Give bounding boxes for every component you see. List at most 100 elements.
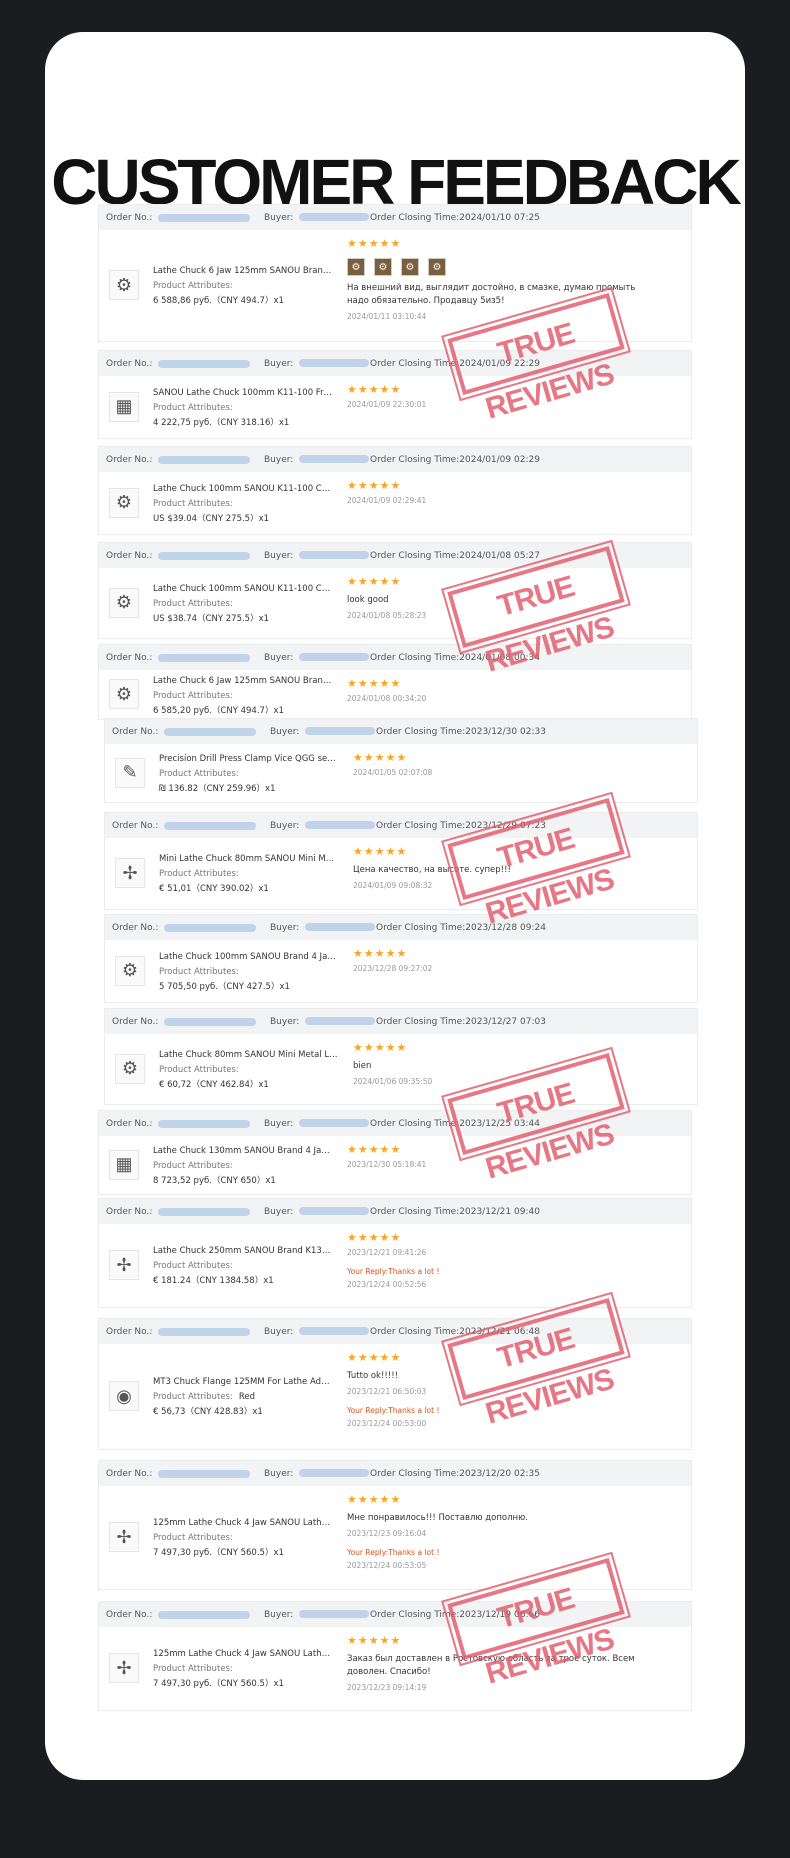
product-thumbnail[interactable]: ⚙ <box>109 487 139 518</box>
product-attributes-label: Product Attributes: <box>153 1160 233 1171</box>
product-name-link[interactable]: 125mm Lathe Chuck 4 Jaw SANOU Lathe S... <box>153 1647 333 1662</box>
star-rating: ★★★★★ <box>353 751 408 764</box>
order-no-label: Order No.: <box>106 1609 153 1620</box>
product-name-link[interactable]: Mini Lathe Chuck 80mm SANOU Mini Meta... <box>159 852 339 867</box>
product-price: 6 588,86 руб.（CNY 494.7）x1 <box>153 296 284 306</box>
review-block: ★★★★★ 2024/01/05 02:07:08 <box>353 751 653 778</box>
product-info: Lathe Chuck 100mm SANOU K11-100 Chuc... P… <box>153 482 333 527</box>
product-price: ₪ 136.82（CNY 259.96）x1 <box>159 783 276 794</box>
star-rating: ★★★★★ <box>347 479 402 492</box>
buyer-label: Buyer: <box>264 1609 294 1620</box>
closing-time-value: 2023/12/27 07:03 <box>465 1016 546 1027</box>
review-photo[interactable]: ⚙ <box>347 258 365 276</box>
product-thumbnail[interactable]: ▦ <box>109 391 139 422</box>
buyer-value-blurred <box>299 1610 370 1618</box>
product-attributes: Product Attributes: Red <box>153 1390 333 1405</box>
order-header: Order No.: Buyer: Order Closing Time:2023/… <box>99 1461 691 1486</box>
product-info: MT3 Chuck Flange 125MM For Lathe Adapt..… <box>153 1375 333 1420</box>
closing-time-field: Order Closing Time:2023/12/21 09:40 <box>370 1207 540 1217</box>
product-attributes: Product Attributes: <box>159 767 339 782</box>
closing-time-label: Order Closing Time: <box>376 1016 466 1027</box>
product-name-link[interactable]: 125mm Lathe Chuck 4 Jaw SANOU Lathe S... <box>153 1516 333 1531</box>
buyer-label: Buyer: <box>270 922 300 933</box>
review-photo[interactable]: ⚙ <box>428 258 446 276</box>
product-price: € 56,73（CNY 428.83）x1 <box>153 1407 263 1417</box>
product-thumbnail[interactable]: ⚙ <box>115 1053 145 1084</box>
review-photos: ⚙ ⚙ ⚙ ⚙ <box>347 258 647 276</box>
product-thumbnail[interactable]: ✎ <box>115 757 145 788</box>
product-attributes-label: Product Attributes: <box>159 869 239 879</box>
order-no-value-blurred <box>158 359 251 368</box>
product-name-link[interactable]: Lathe Chuck 100mm SANOU K11-100 Chuc... <box>153 582 333 597</box>
product-name-link[interactable]: SANOU Lathe Chuck 100mm K11-100 Front... <box>153 386 333 401</box>
order-no-value-blurred <box>164 727 257 736</box>
product-name-link[interactable]: Lathe Chuck 100mm SANOU K11-100 Chuc... <box>153 482 333 497</box>
product-attributes: Product Attributes: <box>153 1662 333 1677</box>
product-attributes-label: Product Attributes: <box>153 1261 233 1271</box>
order-no-value-blurred <box>158 1469 251 1478</box>
closing-time-field: Order Closing Time:2023/12/30 02:33 <box>376 727 546 737</box>
review-photo[interactable]: ⚙ <box>374 258 392 276</box>
product-price: 7 497,30 руб.（CNY 560.5）x1 <box>153 1679 284 1689</box>
order-no-value-blurred <box>164 923 257 932</box>
order-list: Order No.: Buyer: Order Closing Time:2024/… <box>0 0 790 1858</box>
buyer-label: Buyer: <box>264 1468 294 1479</box>
order-card: Order No.: Buyer: Order Closing Time: 2023/… <box>104 914 698 1003</box>
closing-time-value: 2023/12/21 09:40 <box>459 1206 540 1217</box>
closing-time-field: Order Closing Time:2023/12/27 07:03 <box>376 1017 546 1027</box>
buyer-field: Buyer: <box>270 922 376 933</box>
product-info: Lathe Chuck 100mm SANOU Brand 4 Jaw C...… <box>159 950 339 995</box>
product-thumbnail[interactable]: ⚙ <box>109 587 139 618</box>
product-attributes: Product Attributes: <box>153 597 333 612</box>
product-thumbnail[interactable]: ⚙ <box>109 270 139 300</box>
buyer-value-blurred <box>299 455 370 463</box>
product-name-link[interactable]: Lathe Chuck 80mm SANOU Mini Metal Lat... <box>159 1048 339 1063</box>
product-info: Lathe Chuck 130mm SANOU Brand 4 Jaw S...… <box>153 1144 333 1189</box>
product-info: Lathe Chuck 6 Jaw 125mm SANOU Brand S...… <box>153 264 333 309</box>
closing-time-label: Order Closing Time: <box>370 1468 460 1479</box>
product-attributes-label: Product Attributes: <box>153 1533 233 1543</box>
review-block: ★★★★★ 2023/12/21 09:41:26 Your Reply:Thank… <box>347 1232 647 1290</box>
order-no-label: Order No.: <box>112 1016 159 1027</box>
product-thumbnail[interactable]: ⚙ <box>109 679 139 709</box>
product-thumbnail[interactable]: ✢ <box>109 1250 139 1280</box>
buyer-field: Buyer: <box>270 726 376 737</box>
buyer-label: Buyer: <box>270 726 300 737</box>
product-name-link[interactable]: Lathe Chuck 100mm SANOU Brand 4 Jaw C... <box>159 950 339 965</box>
product-thumbnail[interactable]: ✢ <box>109 1653 139 1683</box>
buyer-value-blurred <box>299 213 370 221</box>
order-no-label: Order No.: <box>112 922 159 933</box>
order-header: Order No.: Buyer: Order Closing Time:2024/… <box>99 447 691 472</box>
product-thumbnail[interactable]: ⚙ <box>115 955 145 986</box>
reply-date: 2023/12/24 00:52:56 <box>347 1280 427 1289</box>
product-name-link[interactable]: MT3 Chuck Flange 125MM For Lathe Adapt..… <box>153 1375 333 1390</box>
review-date: 2023/12/28 09:27:02 <box>353 964 433 973</box>
product-name-link[interactable]: Lathe Chuck 250mm SANOU Brand K13-25... <box>153 1244 333 1259</box>
buyer-label: Buyer: <box>264 358 294 369</box>
product-name-link[interactable]: Lathe Chuck 130mm SANOU Brand 4 Jaw S... <box>153 1144 333 1159</box>
closing-time-field: Order Closing Time:2024/01/08 05:27 <box>370 551 540 561</box>
product-thumbnail[interactable]: ▦ <box>109 1149 139 1180</box>
product-name-link[interactable]: Precision Drill Press Clamp Vice QGG ser… <box>159 752 339 767</box>
product-info: Mini Lathe Chuck 80mm SANOU Mini Meta...… <box>159 852 339 897</box>
closing-time-label: Order Closing Time: <box>370 212 460 223</box>
product-info: 125mm Lathe Chuck 4 Jaw SANOU Lathe S...… <box>153 1647 333 1692</box>
review-photo[interactable]: ⚙ <box>401 258 419 276</box>
buyer-label: Buyer: <box>264 550 294 561</box>
product-price: € 60,72（CNY 462.84）x1 <box>159 1079 269 1090</box>
order-no-value-blurred <box>158 1327 251 1336</box>
closing-time-label: Order Closing Time: <box>376 726 466 737</box>
buyer-label: Buyer: <box>264 652 294 663</box>
product-info: 125mm Lathe Chuck 4 Jaw SANOU Lathe S...… <box>153 1516 333 1561</box>
product-thumbnail[interactable]: ✢ <box>109 1522 139 1552</box>
product-name-link[interactable]: Lathe Chuck 6 Jaw 125mm SANOU Brand S... <box>153 264 333 279</box>
product-attributes: Product Attributes: <box>153 497 333 512</box>
product-name-link[interactable]: Lathe Chuck 6 Jaw 125mm SANOU Brand S... <box>153 674 333 689</box>
product-thumbnail[interactable]: ◉ <box>109 1381 139 1411</box>
product-attributes-label: Product Attributes: <box>159 1064 239 1075</box>
closing-time-label: Order Closing Time: <box>370 652 460 663</box>
closing-time-label: Order Closing Time: <box>376 820 466 831</box>
closing-time-value: 2024/01/09 02:29 <box>459 454 540 465</box>
product-thumbnail[interactable]: ✢ <box>115 858 145 888</box>
review-text: Мне понравилось!!! Поставлю дополню. <box>347 1513 528 1523</box>
